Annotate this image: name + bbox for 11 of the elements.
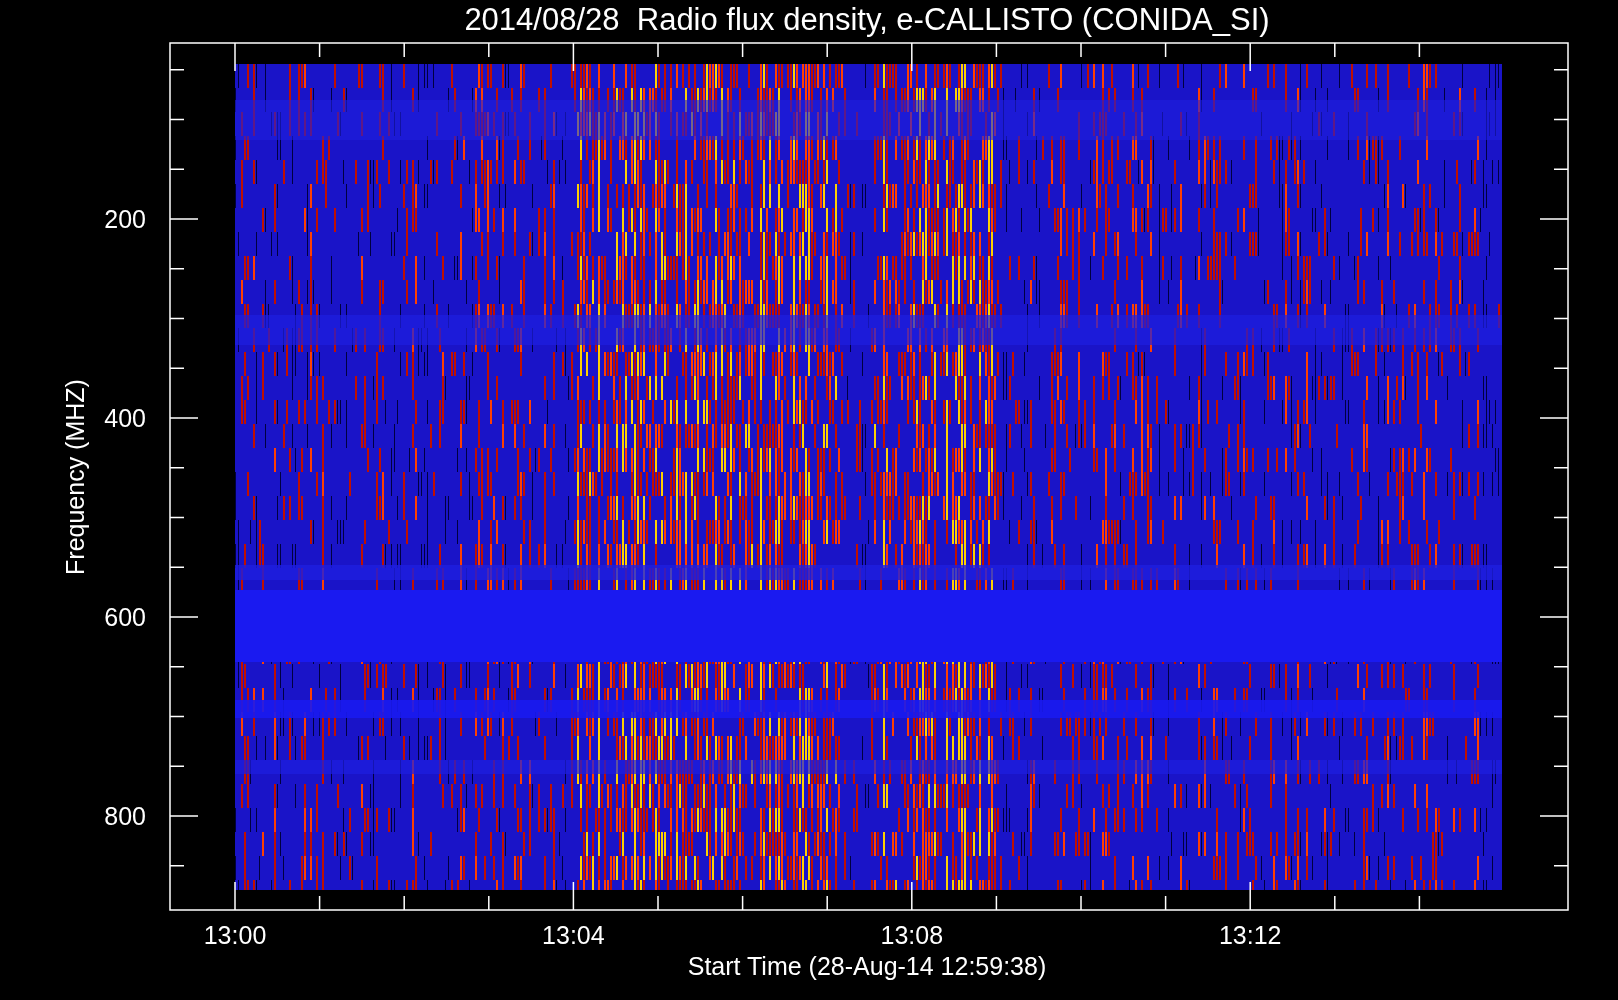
y-axis-label: Frequency (MHZ)	[61, 379, 89, 575]
x-axis-label: Start Time (28-Aug-14 12:59:38)	[687, 952, 1047, 980]
x-tick-label: 13:08	[880, 921, 944, 949]
chart-title: 2014/08/28 Radio flux density, e-CALLISTO (CONIDA_SI)	[464, 2, 1270, 37]
y-tick-label: 400	[104, 404, 146, 432]
y-tick-label: 200	[104, 205, 146, 233]
x-tick-label: 13:04	[542, 921, 605, 949]
x-tick-label: 13:00	[203, 921, 267, 949]
y-tick-label: 600	[104, 603, 146, 631]
y-tick-label: 800	[104, 802, 146, 830]
x-tick-label: 13:12	[1218, 921, 1282, 949]
